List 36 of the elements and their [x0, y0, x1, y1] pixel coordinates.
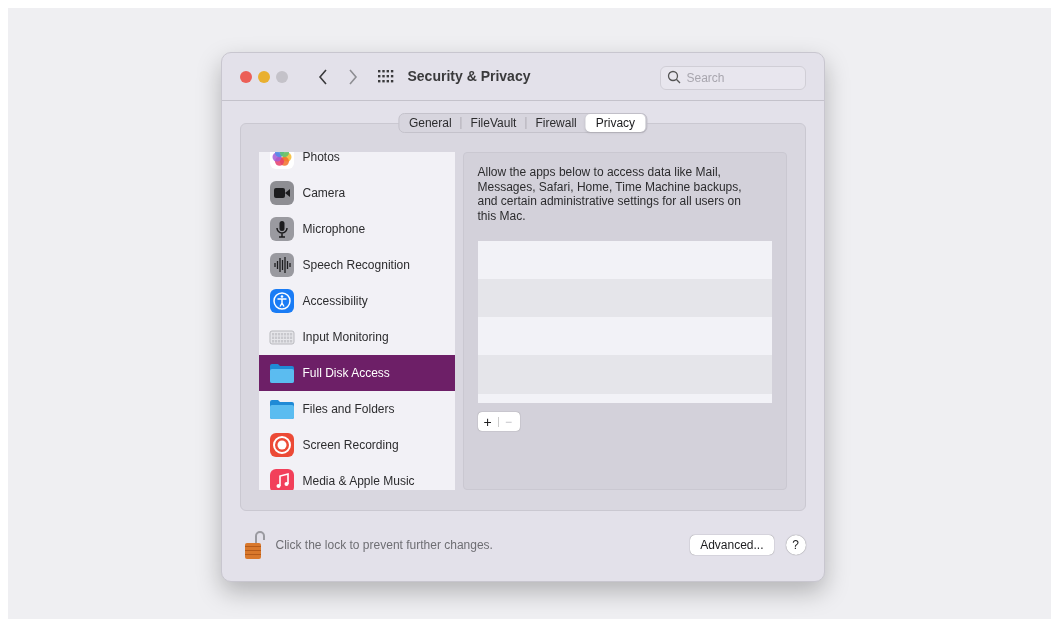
tab[interactable]: FileVault: [461, 114, 526, 132]
sidebar-item[interactable]: Accessibility: [258, 283, 455, 319]
record-icon: [268, 432, 295, 458]
sidebar-item[interactable]: Microphone: [258, 211, 455, 247]
sidebar-item[interactable]: Photos: [258, 152, 455, 175]
tab[interactable]: Privacy: [585, 114, 646, 132]
minimize-button[interactable]: [257, 70, 270, 83]
waveform-icon: [268, 252, 295, 278]
description: Allow the apps below to access data like Mail, Messages, Safari, Home, Time Machine backups, and certain administrative settings for all users on this Mac.: [477, 165, 743, 223]
advanced-button[interactable]: Advanced...: [690, 535, 774, 555]
tab[interactable]: Firewall: [526, 114, 586, 132]
sidebar-item[interactable]: Files and Folders: [258, 391, 455, 427]
search-field[interactable]: Search: [659, 65, 806, 90]
back-icon[interactable]: [317, 68, 328, 85]
microphone-icon: [268, 216, 295, 242]
zoom-button[interactable]: [275, 70, 288, 83]
sidebar-item[interactable]: Screen Recording: [258, 427, 455, 463]
grid-icon[interactable]: [377, 69, 394, 84]
search-icon: [666, 69, 681, 84]
lock-message: Click the lock to prevent further changes.: [275, 537, 493, 554]
sidebar-item[interactable]: Full Disk Access: [258, 355, 455, 391]
video-camera-icon: [268, 180, 295, 206]
window-title: Security & Privacy: [407, 67, 531, 86]
sidebar-item[interactable]: Media & Apple Music: [258, 463, 455, 490]
music-note-icon: [268, 468, 295, 490]
forward-icon[interactable]: [347, 68, 358, 85]
sidebar-item[interactable]: Input Monitoring: [258, 319, 455, 355]
add-button[interactable]: +: [477, 412, 498, 431]
accessibility-icon: [268, 288, 295, 314]
lock-icon[interactable]: [243, 530, 266, 560]
sidebar-item[interactable]: Speech Recognition: [258, 247, 455, 283]
close-button[interactable]: [239, 70, 252, 83]
tab[interactable]: General: [399, 114, 461, 132]
help-button[interactable]: ?: [785, 535, 806, 555]
sidebar-item[interactable]: Camera: [258, 175, 455, 211]
flower-icon: [268, 152, 295, 170]
